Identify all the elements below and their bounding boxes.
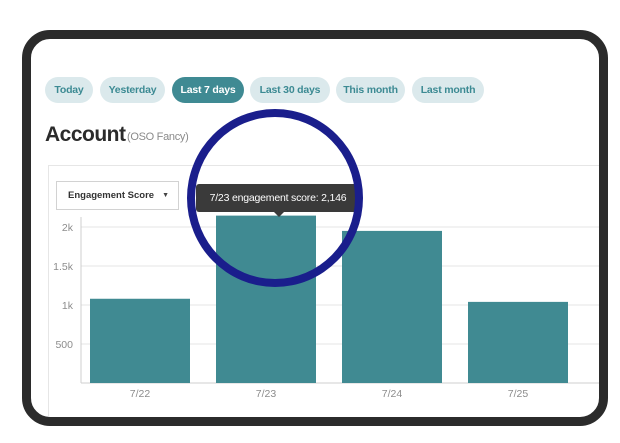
bar-7-22 — [90, 298, 190, 383]
x-tick-label: 7/23 — [256, 388, 277, 400]
y-tick-label: 2k — [62, 222, 74, 234]
bar-7-24 — [342, 230, 442, 383]
x-tick-label: 7/25 — [508, 388, 529, 400]
bar-7-25 — [468, 301, 568, 383]
y-tick-label: 1k — [62, 300, 74, 312]
x-tick-label: 7/24 — [382, 388, 403, 400]
y-tick-label: 1.5k — [53, 261, 74, 273]
window-frame: Today Yesterday Last 7 days Last 30 days… — [22, 30, 608, 426]
highlight-circle — [187, 109, 363, 287]
y-tick-label: 500 — [55, 339, 73, 351]
x-tick-label: 7/22 — [130, 388, 151, 400]
